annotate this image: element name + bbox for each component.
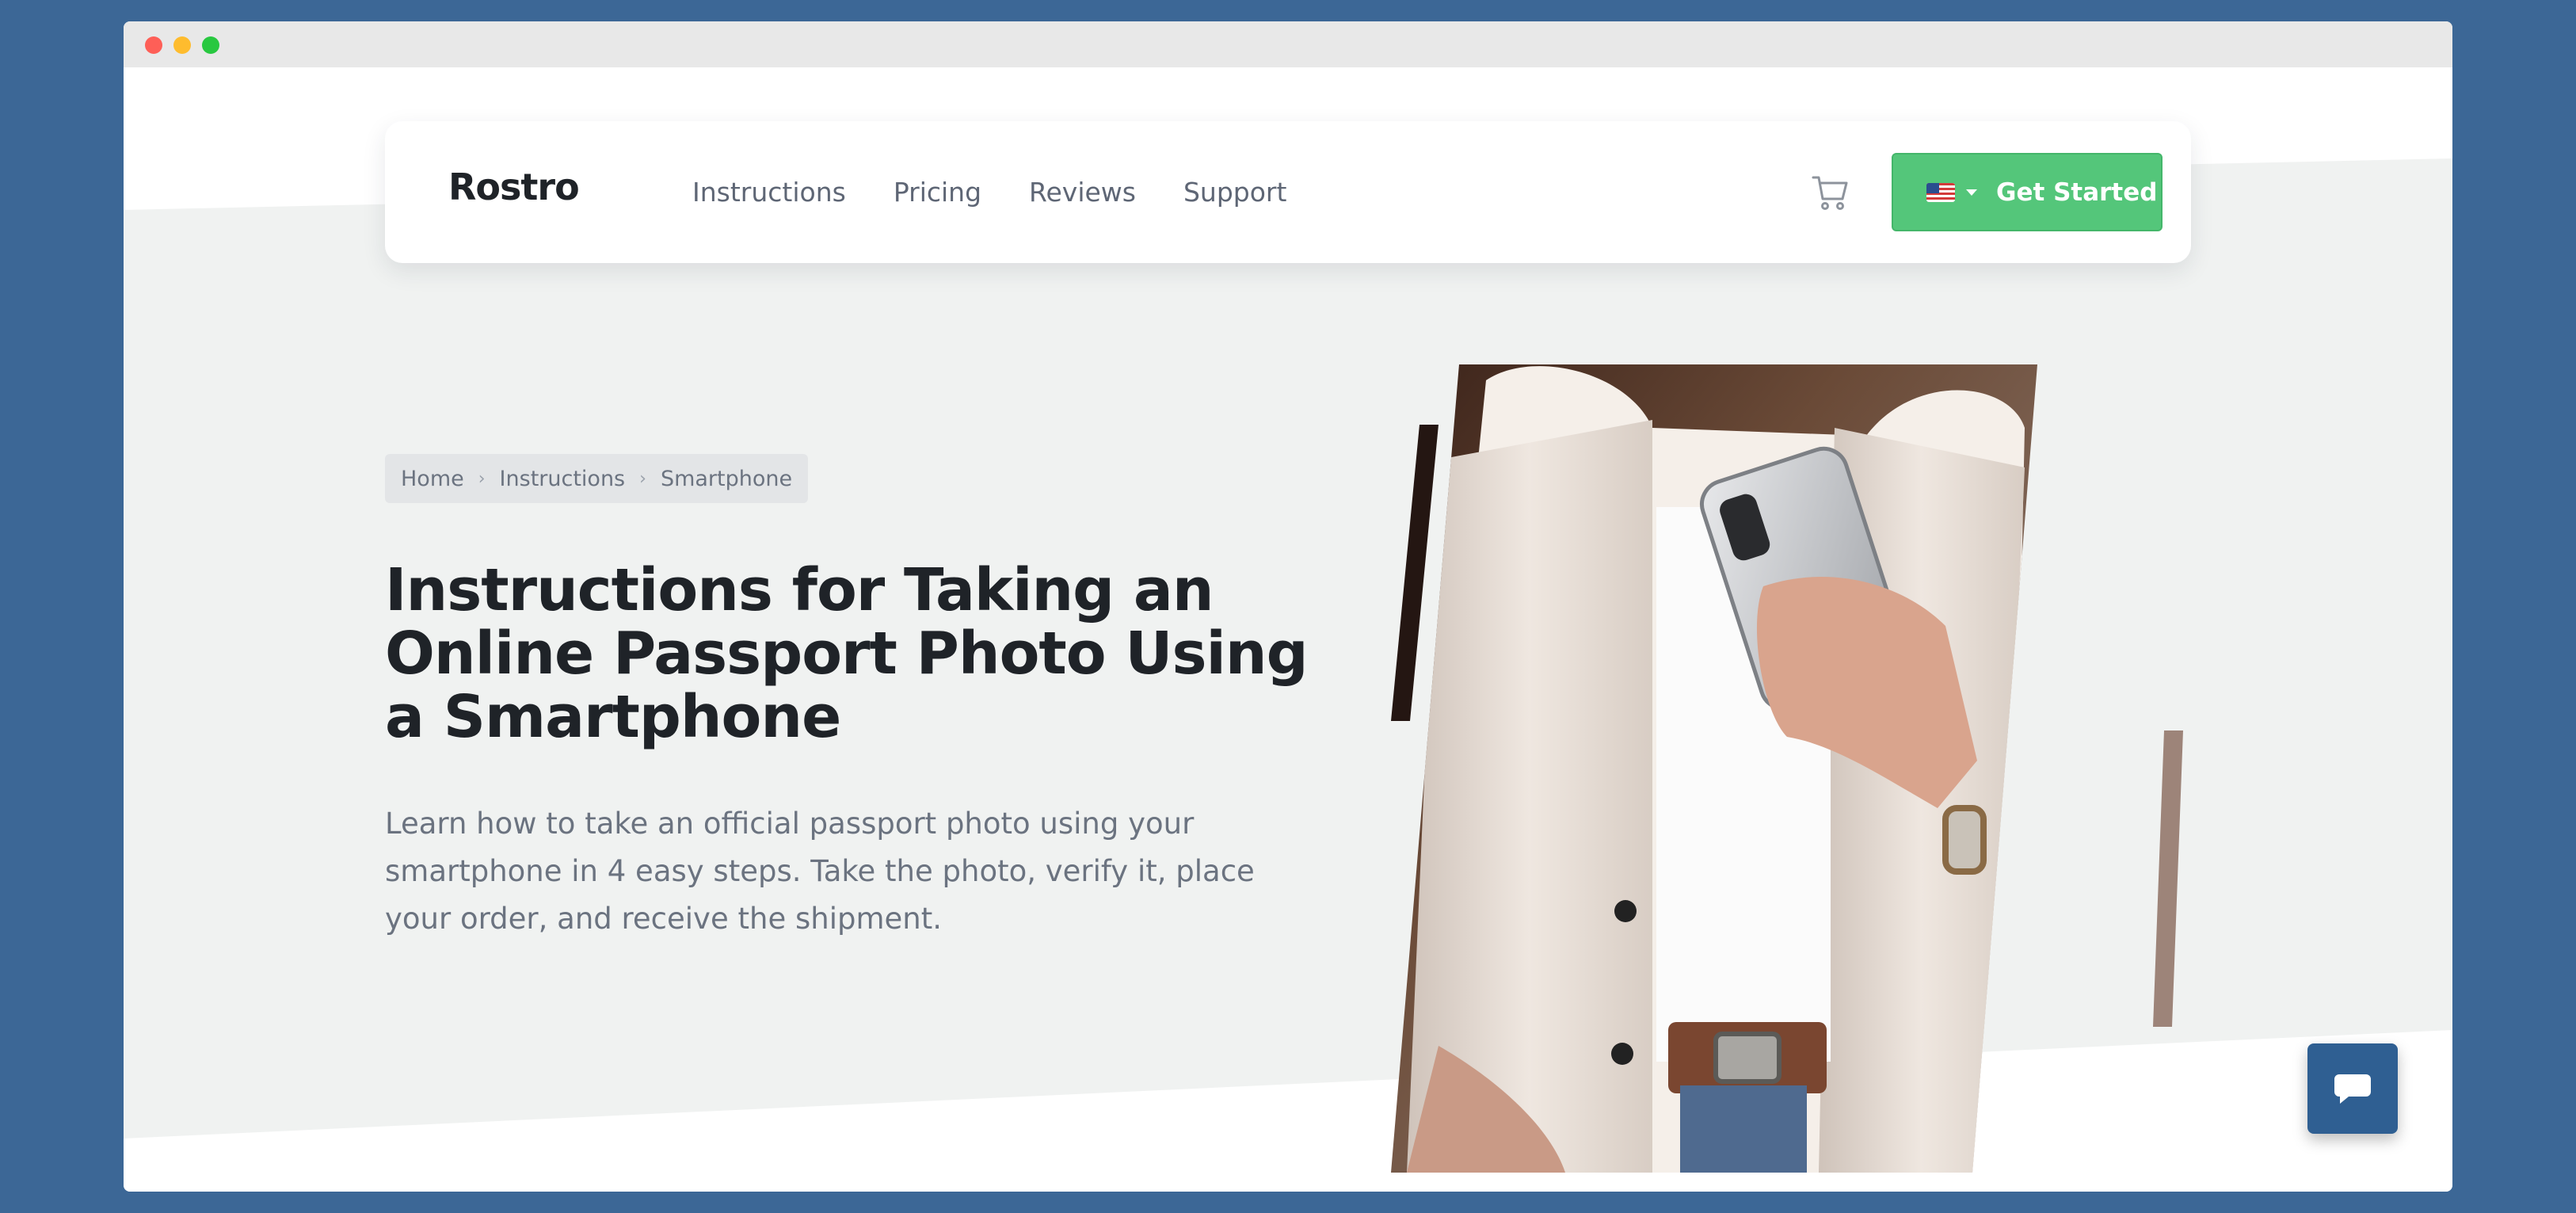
chevron-right-icon: › — [478, 468, 486, 489]
nav-link-support[interactable]: Support — [1183, 177, 1286, 208]
top-navigation: Rostro Instructions Pricing Reviews Supp… — [385, 121, 2191, 263]
maximize-window-button[interactable] — [202, 36, 219, 54]
hero-description: Learn how to take an official passport p… — [385, 807, 1255, 936]
breadcrumb-home[interactable]: Home — [401, 467, 464, 491]
page-viewport: Rostro Instructions Pricing Reviews Supp… — [124, 67, 2452, 1192]
page-title: Instructions for Taking an Online Passpo… — [385, 556, 1309, 751]
chat-bubble-icon — [2334, 1074, 2371, 1104]
chevron-down-icon[interactable] — [1966, 189, 1977, 196]
hero-image — [1391, 364, 2183, 1173]
breadcrumb-instructions[interactable]: Instructions — [500, 467, 626, 491]
close-window-button[interactable] — [145, 36, 162, 54]
nav-link-reviews[interactable]: Reviews — [1029, 177, 1136, 208]
chevron-right-icon: › — [639, 468, 646, 489]
get-started-button[interactable]: Get Started — [1892, 153, 2163, 231]
nav-link-pricing[interactable]: Pricing — [894, 177, 981, 208]
minimize-window-button[interactable] — [173, 36, 191, 54]
breadcrumb: Home › Instructions › Smartphone — [385, 454, 809, 503]
browser-window: Rostro Instructions Pricing Reviews Supp… — [124, 21, 2452, 1192]
us-flag-icon[interactable] — [1926, 182, 1955, 202]
brand-logo[interactable]: Rostro — [448, 166, 580, 208]
shopping-cart-icon[interactable] — [1811, 174, 1850, 212]
nav-links: Instructions Pricing Reviews Support — [692, 121, 1334, 263]
get-started-label: Get Started — [1996, 177, 2158, 207]
nav-link-instructions[interactable]: Instructions — [692, 177, 846, 208]
chat-button[interactable] — [2307, 1043, 2398, 1134]
window-titlebar — [124, 21, 2452, 67]
breadcrumb-smartphone: Smartphone — [660, 466, 793, 491]
